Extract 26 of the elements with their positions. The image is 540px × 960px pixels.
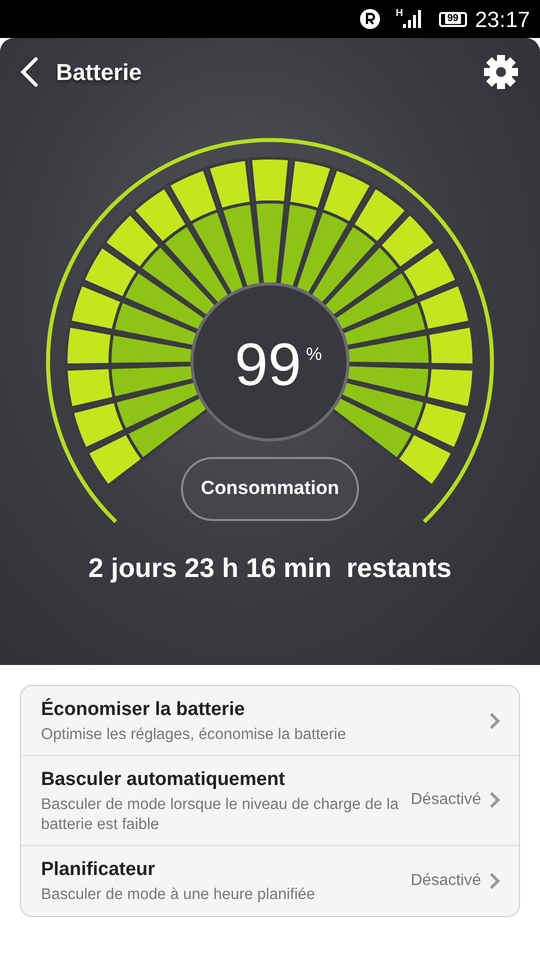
settings-item[interactable]: Économiser la batterie Optimise les réglages, économise la batterie xyxy=(21,686,519,756)
settings-icon[interactable] xyxy=(484,55,518,89)
clock-time: 23:17 xyxy=(474,6,530,34)
settings-item[interactable]: Basculer automatiquement Basculer de mode lorsque le niveau de charge de la batterie est faible Désactivé xyxy=(21,756,519,846)
remaining-time: 2 jours 23 h 16 min restants xyxy=(87,552,453,585)
percent-value: 99 xyxy=(234,331,302,398)
item-value: Désactivé xyxy=(410,790,481,810)
item-subtitle: Basculer de mode à une heure planifiée xyxy=(41,884,316,905)
network-type: H xyxy=(396,7,403,21)
item-value: Désactivé xyxy=(410,870,481,891)
percent-unit: % xyxy=(306,344,322,364)
back-icon[interactable] xyxy=(18,56,40,88)
chevron-icon xyxy=(489,872,501,890)
item-title: Économiser la batterie xyxy=(41,697,246,722)
r-badge-icon xyxy=(360,9,380,29)
item-subtitle: Optimise les réglages, économise la batterie xyxy=(41,724,347,745)
item-subtitle: Basculer de mode lorsque le niveau de charge de la batterie est faible xyxy=(41,794,400,835)
chevron-icon xyxy=(489,791,501,810)
item-title: Basculer automatiquement xyxy=(41,768,286,792)
item-title: Planificateur xyxy=(41,858,156,882)
screen-title: Batterie xyxy=(56,58,142,87)
signal-icon xyxy=(402,10,423,28)
consumption-button[interactable]: Consommation xyxy=(181,457,359,521)
settings-item[interactable]: Planificateur Basculer de mode à une heure planifiée Désactivé xyxy=(21,846,519,916)
battery-level: 99 xyxy=(445,14,460,24)
chevron-icon xyxy=(489,712,501,730)
